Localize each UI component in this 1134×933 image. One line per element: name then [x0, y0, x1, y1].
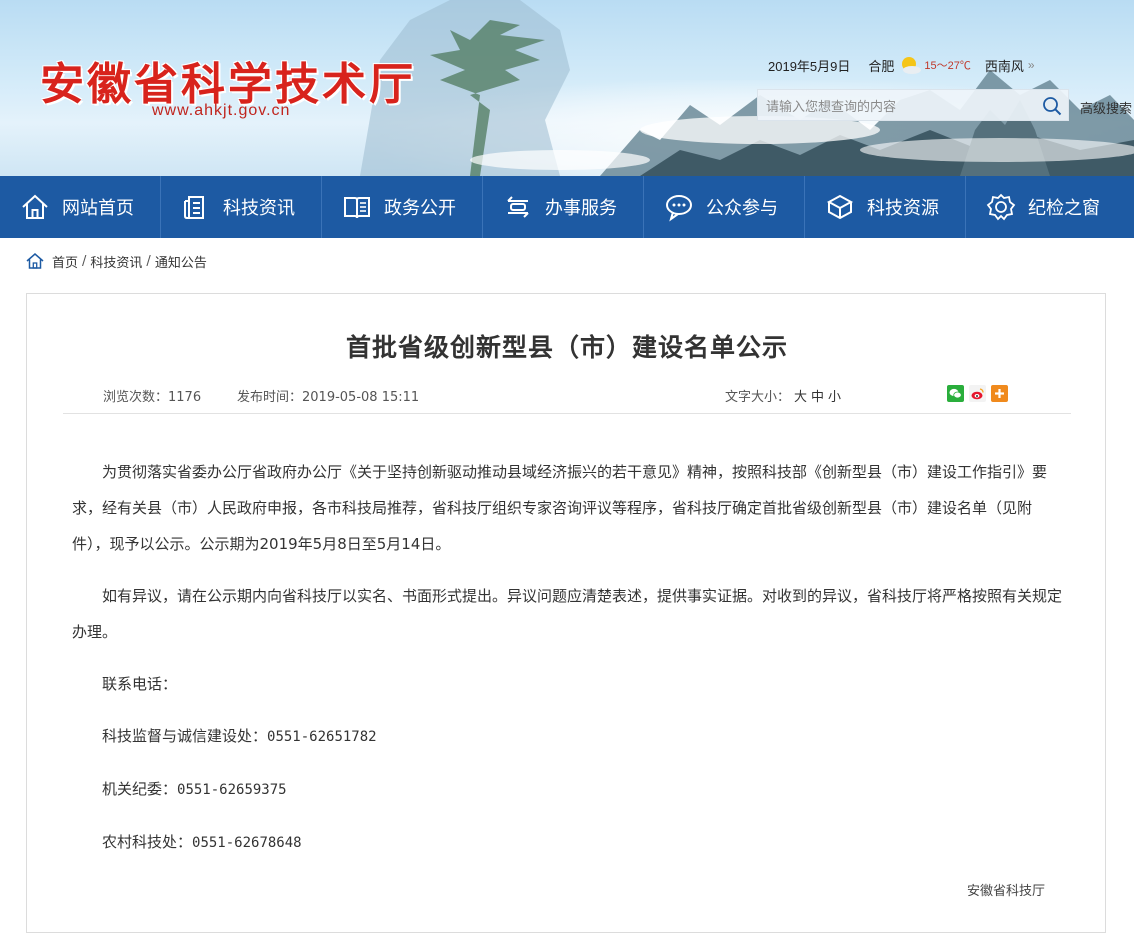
chat-icon [666, 195, 692, 222]
search-input[interactable] [766, 96, 1026, 116]
breadcrumb-separator: / [146, 253, 151, 269]
nav-item-news[interactable]: 科技资讯 [161, 176, 322, 238]
sun-cloud-icon [902, 57, 922, 74]
search-icon[interactable] [1042, 96, 1062, 116]
search-box [757, 89, 1069, 121]
badge-icon [986, 193, 1016, 221]
book-icon [344, 197, 370, 219]
home-icon [22, 194, 48, 219]
weather-temperature: 15～27℃ [924, 60, 971, 72]
article-meta: 浏览次数：1176 发布时间：2019-05-08 15:11 文字大小：大中小 [63, 378, 1071, 414]
contact-phone: 0551-62678648 [192, 835, 302, 851]
main-nav: 网站首页 科技资讯 政务公开 办事服务 公众参与 科技资源 纪检之窗 [0, 176, 1134, 238]
nav-item-label: 公众参与 [706, 198, 778, 219]
weather-date: 2019年5月9日 [768, 58, 851, 74]
cube-icon [826, 194, 854, 220]
nav-item-government[interactable]: 政务公开 [322, 176, 483, 238]
breadcrumb-link-news[interactable]: 科技资讯 [90, 252, 142, 271]
view-count: 浏览次数：1176 [103, 386, 201, 405]
weibo-icon[interactable] [969, 385, 986, 402]
nav-item-label: 办事服务 [545, 198, 617, 219]
view-count-label: 浏览次数： [103, 390, 169, 405]
contact-phone: 0551-62659375 [177, 782, 287, 798]
contact-dept: 机关纪委： [102, 780, 178, 798]
breadcrumb-separator: / [82, 253, 87, 269]
nav-item-home[interactable]: 网站首页 [0, 176, 161, 238]
advanced-search-link[interactable]: 高级搜索 [1080, 98, 1132, 117]
article-paragraph: 为贯彻落实省委办公厅省政府办公厅《关于坚持创新驱动推动县域经济振兴的若干意见》精… [72, 463, 1048, 553]
article-paragraph: 如有异议，请在公示期内向省科技厅以实名、书面形式提出。异议问题应清楚表述，提供事… [72, 587, 1063, 641]
nav-item-label: 纪检之窗 [1028, 198, 1100, 219]
contact-heading: 联系电话： [102, 675, 178, 693]
view-count-value: 1176 [168, 390, 202, 405]
weather-city: 合肥 [868, 58, 895, 74]
font-size-small[interactable]: 小 [828, 390, 841, 405]
home-icon [26, 253, 44, 269]
publish-time-label: 发布时间： [237, 390, 303, 405]
weather-widget: 2019年5月9日 合肥 15～27℃ 西南风 » [768, 55, 1035, 75]
nav-item-services[interactable]: 办事服务 [483, 176, 644, 238]
contact-line: 农村科技处：0551-62678648 [72, 824, 1062, 861]
document-icon [184, 196, 204, 219]
font-size-large[interactable]: 大 [794, 390, 807, 405]
article-panel: 首批省级创新型县（市）建设名单公示 浏览次数：1176 发布时间：2019-05… [26, 293, 1106, 933]
share-buttons [947, 385, 1013, 402]
breadcrumb-link-notices[interactable]: 通知公告 [155, 252, 207, 271]
nav-item-label: 网站首页 [62, 198, 134, 219]
service-icon [507, 196, 529, 218]
nav-item-label: 科技资讯 [223, 198, 295, 219]
nav-item-resources[interactable]: 科技资源 [805, 176, 966, 238]
nav-item-public[interactable]: 公众参与 [644, 176, 805, 238]
contact-phone: 0551-62651782 [267, 729, 377, 745]
nav-item-label: 科技资源 [867, 198, 939, 219]
double-chevron-right-icon[interactable]: » [1028, 58, 1035, 72]
weather-wind: 西南风 [984, 58, 1024, 74]
breadcrumb: 首页 / 科技资讯 / 通知公告 [26, 252, 207, 271]
contact-dept: 农村科技处： [102, 833, 193, 851]
font-size-control: 文字大小：大中小 [725, 386, 841, 405]
site-header: 安徽省科学技术厅 www.ahkjt.gov.cn 2019年5月9日 合肥 1… [0, 0, 1134, 176]
contact-line: 机关纪委：0551-62659375 [72, 771, 1062, 808]
publish-time: 发布时间：2019-05-08 15:11 [237, 386, 419, 405]
wechat-icon[interactable] [947, 385, 964, 402]
article-body: 为贯彻落实省委办公厅省政府办公厅《关于坚持创新驱动推动县域经济振兴的若干意见》精… [72, 454, 1062, 877]
article-title: 首批省级创新型县（市）建设名单公示 [345, 333, 788, 362]
nav-item-label: 政务公开 [384, 198, 456, 219]
publish-time-value: 2019-05-08 15:11 [302, 390, 420, 405]
font-size-medium[interactable]: 中 [811, 390, 824, 405]
site-url: www.ahkjt.gov.cn [152, 102, 291, 119]
breadcrumb-link-home[interactable]: 首页 [52, 252, 78, 271]
article-signature: 安徽省科技厅 [967, 884, 1046, 899]
contact-line: 科技监督与诚信建设处：0551-62651782 [72, 718, 1062, 755]
nav-item-discipline[interactable]: 纪检之窗 [966, 176, 1134, 238]
font-size-label: 文字大小： [725, 390, 791, 405]
contact-dept: 科技监督与诚信建设处： [102, 727, 268, 745]
plus-share-icon[interactable] [991, 385, 1008, 402]
